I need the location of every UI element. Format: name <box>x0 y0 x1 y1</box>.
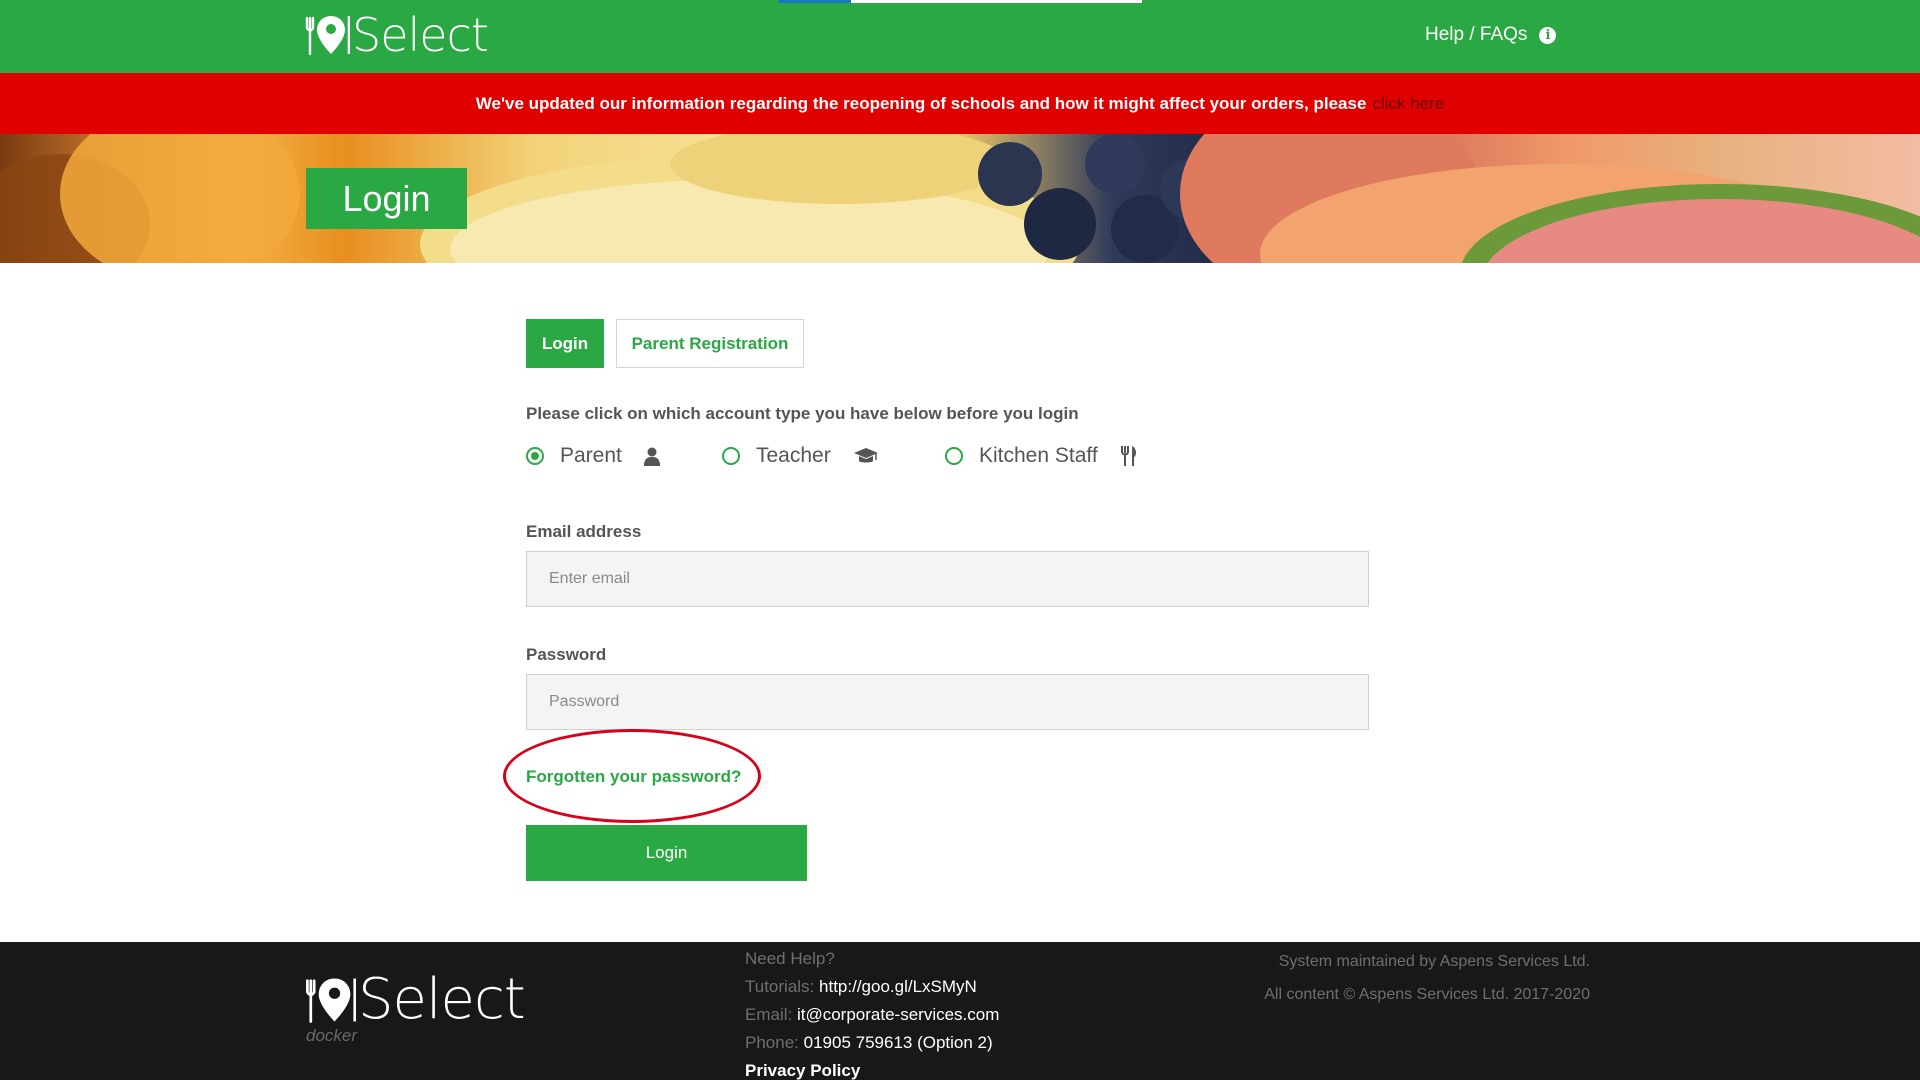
account-type-teacher[interactable]: Teacher <box>722 444 945 468</box>
footer-help-column: Need Help? Tutorials: http://goo.gl/LxSM… <box>745 945 999 1085</box>
select-logo[interactable]: Select <box>304 8 489 62</box>
account-type-radio-group: Parent Teacher Kitchen Staff <box>526 444 1138 468</box>
kitchen-staff-radio[interactable] <box>945 447 963 465</box>
forgot-password-link[interactable]: Forgotten your password? <box>526 767 741 787</box>
parent-radio[interactable] <box>526 447 544 465</box>
tab-parent-registration[interactable]: Parent Registration <box>616 319 804 368</box>
fruit-banner-image <box>0 134 1920 263</box>
tutorials-line: Tutorials: http://goo.gl/LxSMyN <box>745 973 999 1001</box>
password-field[interactable] <box>526 674 1369 730</box>
alert-banner: We've updated our information regarding … <box>0 73 1920 134</box>
cutlery-icon <box>1120 446 1138 466</box>
maintained-by-text: System maintained by Aspens Services Ltd… <box>1278 953 1590 970</box>
tutorials-label: Tutorials: <box>745 977 815 996</box>
teacher-label: Teacher <box>756 444 831 467</box>
user-icon <box>643 447 660 466</box>
help-faqs-link[interactable]: Help / FAQs i <box>1425 24 1557 46</box>
fork-location-pin-icon <box>305 16 350 56</box>
phone-line: Phone: 01905 759613 (Option 2) <box>745 1029 999 1057</box>
footer-select-logo: Select <box>304 967 526 1032</box>
login-submit-button[interactable]: Login <box>526 825 807 881</box>
help-faqs-label: Help / FAQs <box>1425 24 1528 45</box>
account-type-kitchen-staff[interactable]: Kitchen Staff <box>945 444 1138 468</box>
kitchen-staff-label: Kitchen Staff <box>979 444 1098 467</box>
alert-click-here-link[interactable]: click here <box>1372 94 1444 114</box>
email-field[interactable] <box>526 551 1369 607</box>
page-loading-progress-fill <box>778 0 851 3</box>
top-navigation-bar: Select Help / FAQs i <box>0 0 1920 73</box>
footer-legal: System maintained by Aspens Services Ltd… <box>1264 945 1590 1011</box>
privacy-policy-link[interactable]: Privacy Policy <box>745 1061 860 1080</box>
tutorials-link[interactable]: http://goo.gl/LxSMyN <box>819 977 977 996</box>
teacher-radio[interactable] <box>722 447 740 465</box>
email-line: Email: it@corporate-services.com <box>745 1001 999 1029</box>
graduation-cap-icon <box>853 447 879 465</box>
footer-logo-subtitle: docker <box>306 1026 358 1045</box>
logo-wordmark: Select <box>352 8 489 62</box>
alert-message: We've updated our information regarding … <box>475 93 1367 113</box>
parent-label: Parent <box>560 444 622 467</box>
footer-phone-label: Phone: <box>745 1033 799 1052</box>
tab-login[interactable]: Login <box>526 319 604 368</box>
info-icon: i <box>1539 26 1557 44</box>
account-type-instruction: Please click on which account type you h… <box>526 404 1079 423</box>
email-label: Email address <box>526 522 642 541</box>
footer: Select docker Need Help? Tutorials: http… <box>0 942 1920 1080</box>
page-title: Login <box>306 168 467 229</box>
footer-phone-value: 01905 759613 (Option 2) <box>803 1033 993 1052</box>
footer-email-link[interactable]: it@corporate-services.com <box>797 1005 999 1024</box>
footer-email-label: Email: <box>745 1005 793 1024</box>
page-loading-progress <box>778 0 1142 3</box>
copyright-text: All content © Aspens Services Ltd. 2017-… <box>1264 986 1590 1003</box>
hero-banner: Login <box>0 134 1920 263</box>
auth-tabs: Login Parent Registration <box>526 319 804 368</box>
password-label: Password <box>526 645 607 664</box>
fork-location-pin-icon <box>306 978 356 1023</box>
need-help-heading: Need Help? <box>745 949 835 968</box>
account-type-parent[interactable]: Parent <box>526 444 722 468</box>
footer-logo-wordmark: Select <box>358 967 526 1032</box>
